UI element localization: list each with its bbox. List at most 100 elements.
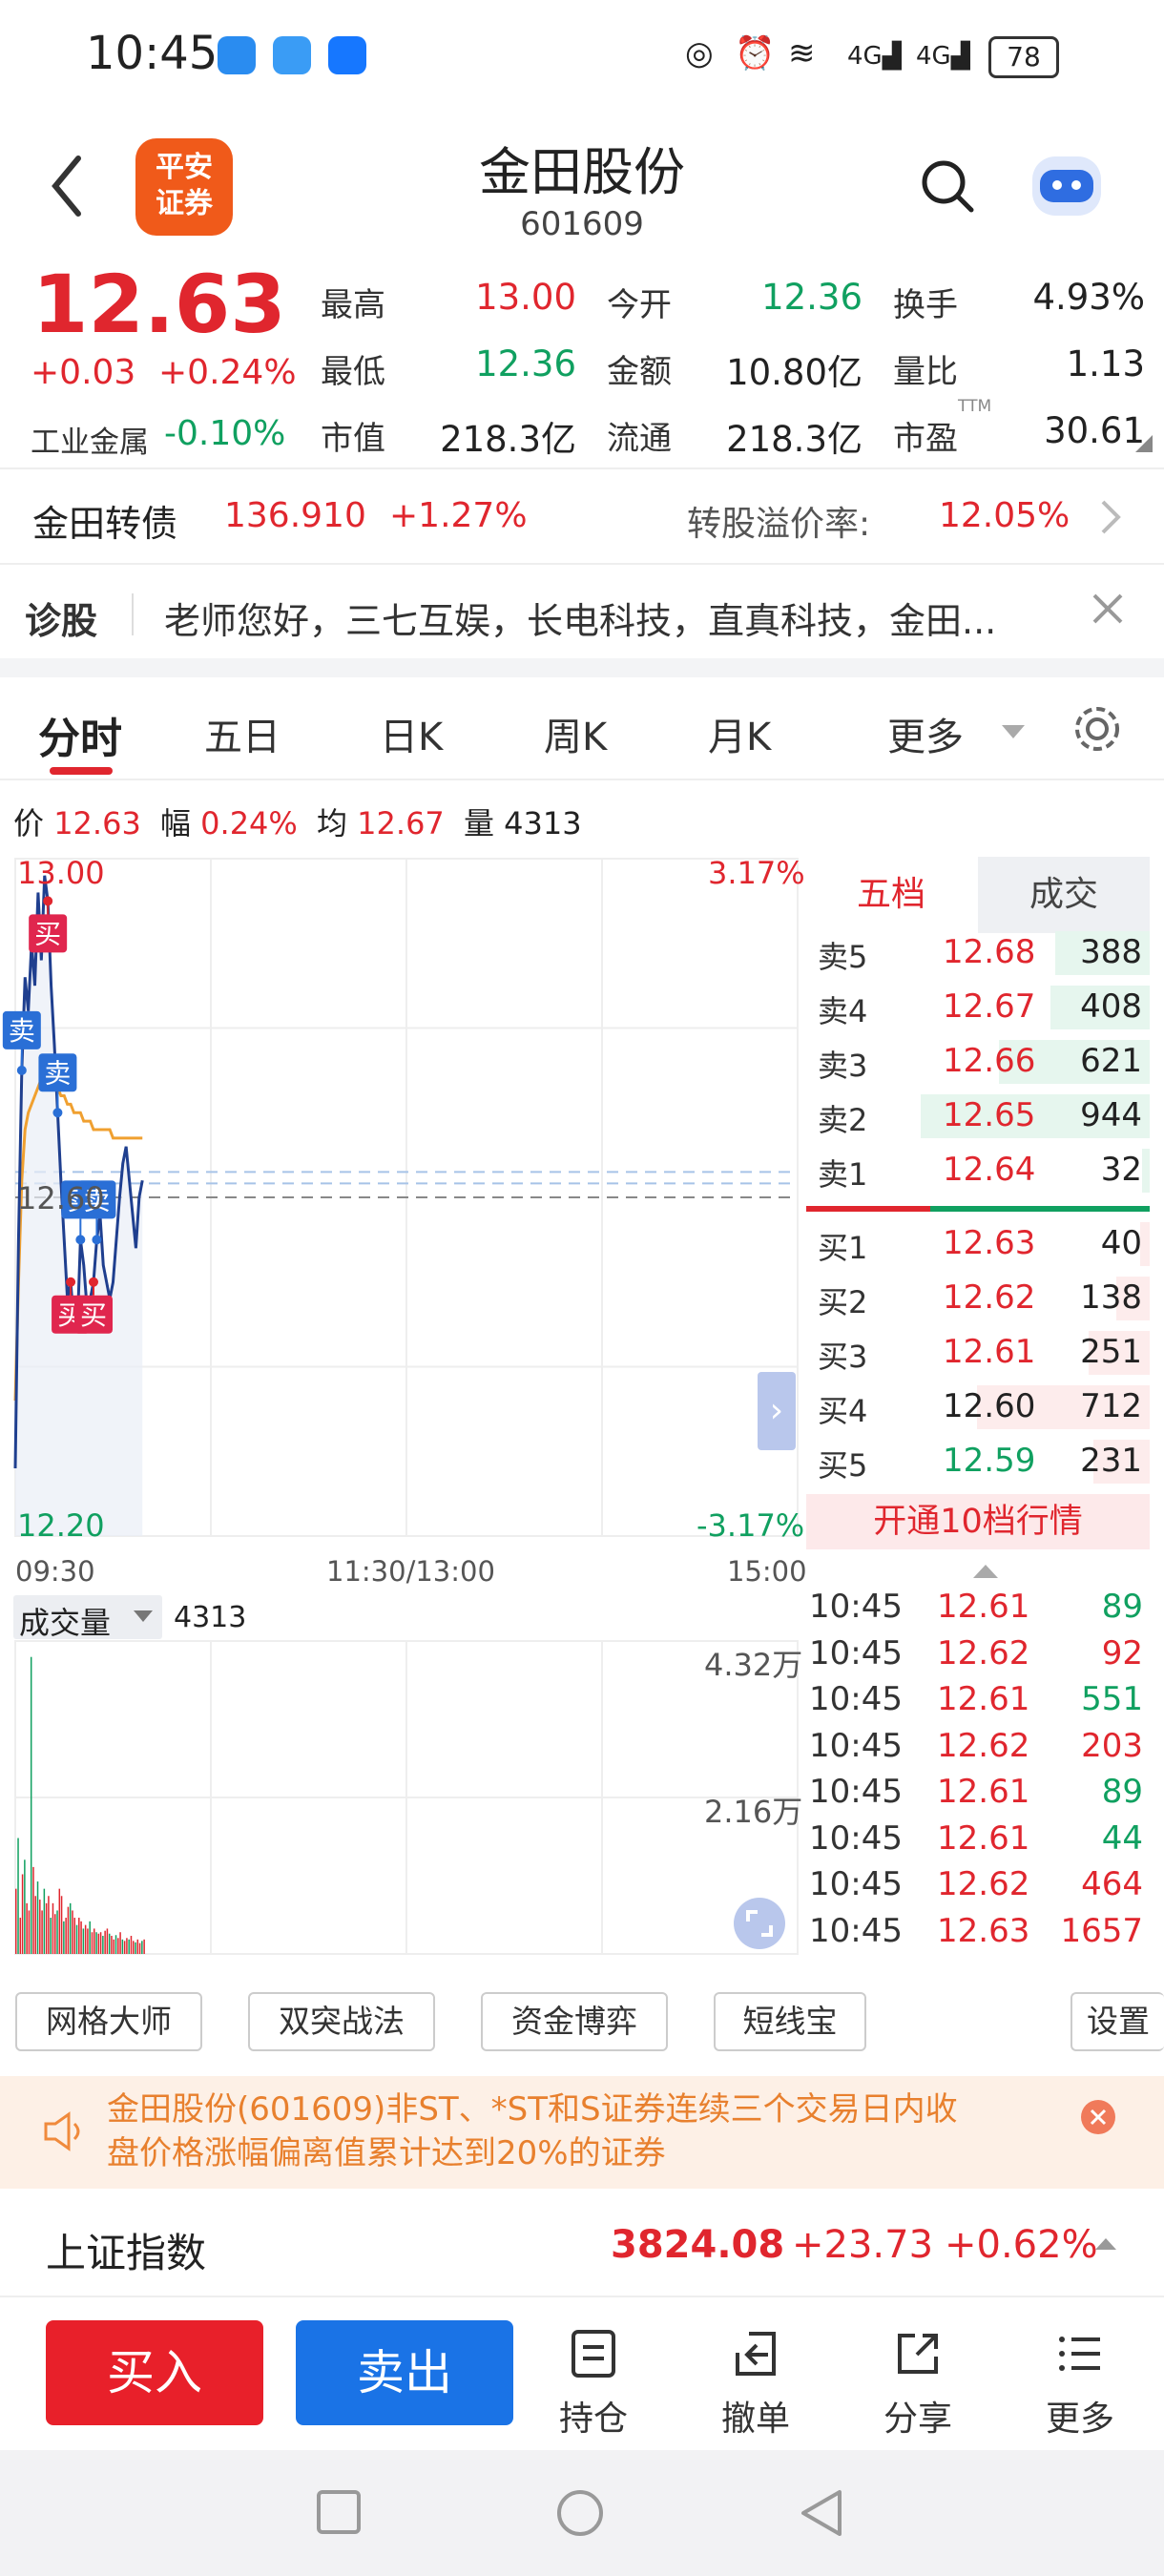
volume-bar xyxy=(121,1939,124,1954)
volume-selector[interactable]: 成交量 xyxy=(13,1595,162,1641)
stat-value-low: 12.36 xyxy=(475,343,576,384)
stat-value-turnover: 4.93% xyxy=(1032,277,1145,318)
ask-level-row[interactable]: 卖2 12.65 944 xyxy=(806,1089,1150,1142)
bid-level-row[interactable]: 买3 12.61 251 xyxy=(806,1325,1150,1379)
share-button[interactable]: 分享 xyxy=(870,2328,966,2441)
volume-axis-top: 4.32万 xyxy=(704,1647,803,1683)
expand-corner-icon[interactable] xyxy=(1135,435,1153,452)
bid-level-row[interactable]: 买4 12.60 712 xyxy=(806,1380,1150,1433)
stat-label-volratio: 量比 xyxy=(893,353,958,391)
tab-five-levels[interactable]: 五档 xyxy=(806,857,976,933)
risk-notice[interactable]: 金田股份(601609)非ST、*ST和S证券连续三个交易日内收 盘价格涨幅偏离… xyxy=(0,2076,1164,2189)
trade-tick-row: 10:45 12.61 89 xyxy=(809,1584,1153,1630)
trade-tick-row: 10:45 12.63 1657 xyxy=(809,1908,1153,1954)
ask-level-row[interactable]: 卖5 12.68 388 xyxy=(806,925,1150,979)
tab-monthly-k[interactable]: 月K xyxy=(708,706,771,761)
volume-chart[interactable] xyxy=(0,1639,806,1973)
tool-settings[interactable]: 设置 xyxy=(1070,1992,1164,2051)
tool-short-term[interactable]: 短线宝 xyxy=(714,1992,866,2051)
fullscreen-icon[interactable] xyxy=(733,1897,786,1950)
level-price: 12.68 xyxy=(943,933,1036,971)
stat-label-amount: 金额 xyxy=(607,353,672,391)
intraday-price-chart[interactable]: 卖卖买买卖买卖 xyxy=(0,849,806,1574)
search-icon[interactable] xyxy=(918,156,977,216)
convertible-bond-row[interactable]: 金田转债 136.910 +1.27% 转股溢价率: 12.05% xyxy=(0,469,1164,563)
cancel-order-button[interactable]: 撤单 xyxy=(708,2328,803,2441)
volume-bar xyxy=(69,1902,72,1954)
holdings-button[interactable]: 持仓 xyxy=(546,2328,641,2441)
section-gap xyxy=(0,658,1164,677)
index-change: +23.73 xyxy=(792,2223,934,2267)
tab-trades[interactable]: 成交 xyxy=(978,857,1150,933)
tool-double-breakout[interactable]: 双突战法 xyxy=(248,1992,435,2051)
sector-label[interactable]: 工业金属 xyxy=(31,418,149,461)
volume-bar xyxy=(43,1888,46,1954)
level-price: 12.67 xyxy=(943,987,1036,1026)
tab-daily-k[interactable]: 日K xyxy=(380,706,443,761)
buy-button[interactable]: 买入 xyxy=(46,2320,263,2425)
robot-assistant-icon[interactable] xyxy=(1027,147,1107,223)
volume-bar xyxy=(78,1918,80,1954)
share-icon xyxy=(898,2334,938,2374)
bid-level-row[interactable]: 买5 12.59 231 xyxy=(806,1434,1150,1487)
tab-more[interactable]: 更多 xyxy=(887,706,964,761)
y-axis-bottom-label: 12.20 xyxy=(17,1507,105,1544)
recent-apps-icon[interactable] xyxy=(315,2488,363,2536)
buy-marker[interactable]: 买 xyxy=(29,896,68,953)
tool-fund-game[interactable]: 资金博弈 xyxy=(481,1992,668,2051)
volume-bar xyxy=(39,1900,41,1954)
divider xyxy=(132,593,134,635)
ask-level-row[interactable]: 卖4 12.67 408 xyxy=(806,980,1150,1033)
bid-level-row[interactable]: 买2 12.62 138 xyxy=(806,1271,1150,1324)
tick-price: 12.63 xyxy=(937,1911,1030,1950)
volume-bar xyxy=(106,1928,109,1954)
info-avg-label: 均 xyxy=(316,805,347,841)
upgrade-level10-button[interactable]: 开通10档行情 xyxy=(806,1494,1150,1549)
back-icon[interactable] xyxy=(798,2488,843,2538)
gear-icon[interactable] xyxy=(1070,702,1124,756)
alarm-icon: ⏰ xyxy=(735,34,776,73)
tick-volume: 551 xyxy=(1081,1680,1143,1718)
level-volume: 944 xyxy=(1080,1096,1142,1134)
ask-level-row[interactable]: 卖3 12.66 621 xyxy=(806,1034,1150,1088)
notice-text: 金田股份(601609)非ST、*ST和S证券连续三个交易日内收 盘价格涨幅偏离… xyxy=(107,2088,958,2175)
volume-label: 成交量 xyxy=(19,1605,112,1641)
tool-grid-master[interactable]: 网格大师 xyxy=(15,1992,202,2051)
tick-volume: 89 xyxy=(1101,1588,1143,1626)
marker-text: 买 xyxy=(34,918,61,949)
close-icon[interactable] xyxy=(1091,592,1125,626)
level-volume: 138 xyxy=(1080,1278,1142,1317)
close-icon[interactable] xyxy=(1080,2099,1116,2135)
undo-icon xyxy=(736,2332,776,2376)
sell-button[interactable]: 卖出 xyxy=(296,2320,513,2425)
volume-bar xyxy=(50,1918,52,1954)
stat-value-pe: 30.61 xyxy=(1044,410,1145,451)
quote-panel: 12.63 +0.03 +0.24% 工业金属 -0.10% 最高 13.00 … xyxy=(0,258,1164,463)
volume-bar xyxy=(84,1924,87,1954)
info-price-label: 价 xyxy=(13,805,45,841)
level-price: 12.61 xyxy=(943,1333,1036,1371)
menu-list-icon xyxy=(1059,2337,1100,2371)
stat-label-pe: 市盈 xyxy=(893,420,958,458)
level-label: 买5 xyxy=(818,1447,868,1484)
collapse-arrow-icon[interactable] xyxy=(973,1563,998,1580)
level-price: 12.62 xyxy=(943,1278,1036,1317)
tick-volume: 89 xyxy=(1101,1773,1143,1811)
notice-line2: 盘价格涨幅偏离值累计达到20%的证券 xyxy=(107,2134,666,2172)
tab-weekly-k[interactable]: 周K xyxy=(544,706,607,761)
bid-level-row[interactable]: 买1 12.63 40 xyxy=(806,1216,1150,1270)
level-label: 卖1 xyxy=(818,1156,868,1193)
volume-bar xyxy=(15,1888,17,1954)
premium-value: 12.05% xyxy=(939,496,1070,535)
index-ticker[interactable]: 上证指数 3824.08 +23.73 +0.62% xyxy=(0,2192,1164,2297)
tab-active-indicator xyxy=(50,767,113,775)
expand-panel-button[interactable]: › xyxy=(758,1372,796,1450)
tab-intraday[interactable]: 分时 xyxy=(38,704,122,765)
volume-bar xyxy=(135,1942,136,1954)
tick-price: 12.61 xyxy=(937,1588,1030,1626)
tab-five-day[interactable]: 五日 xyxy=(204,706,281,761)
more-button[interactable]: 更多 xyxy=(1032,2328,1128,2441)
diagnose-banner[interactable]: 诊股 老师您好，三七互娱，长电科技，直真科技，金田... xyxy=(0,565,1164,658)
ask-level-row[interactable]: 卖1 12.64 32 xyxy=(806,1143,1150,1196)
home-icon[interactable] xyxy=(555,2488,605,2538)
